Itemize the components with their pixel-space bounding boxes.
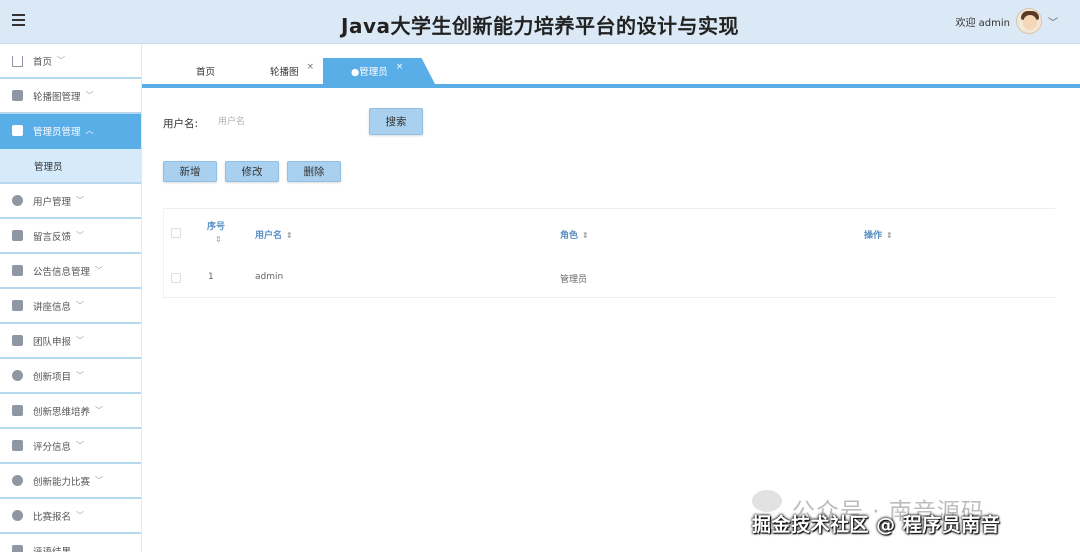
avatar[interactable] [1016,8,1042,34]
sidebar-item-label: 创新项目 [33,371,72,383]
edit-button[interactable]: 修改 [225,161,279,182]
tab-admin[interactable]: ●管理员 × [323,58,435,84]
chevron-down-icon: ﹀ [76,231,85,240]
sidebar-item-label: 轮播图管理 [33,91,81,103]
mail-icon [12,405,23,416]
sidebar-subitem-admin[interactable]: 管理员 [0,149,141,184]
sidebar-item-home[interactable]: 首页 ﹀ [0,44,141,79]
sidebar-item-lecture[interactable]: 讲座信息 ﹀ [0,289,141,324]
sidebar-item-project[interactable]: 创新项目 ﹀ [0,359,141,394]
message-icon [12,230,23,241]
sidebar-item-carousel[interactable]: 轮播图管理 ﹀ [0,79,141,114]
close-icon[interactable]: × [307,62,315,72]
username-search-input[interactable] [210,111,360,133]
sidebar-item-contest[interactable]: 创新能力比赛 ﹀ [0,464,141,499]
project-icon [12,370,23,381]
chevron-up-icon: ︿ [85,126,94,135]
sidebar-item-score[interactable]: 评分信息 ﹀ [0,429,141,464]
chevron-down-icon: ﹀ [85,91,94,100]
team-icon [12,335,23,346]
column-header-username[interactable]: 用户名 ⇕ [255,228,293,241]
search-label: 用户名: [163,118,199,130]
wechat-logo-icon [752,490,782,512]
sidebar-item-label: 团队申报 [33,336,72,348]
app-title: Java大学生创新能力培养平台的设计与实现 [341,14,739,38]
chevron-down-icon: ﹀ [76,441,85,450]
sidebar-item-team[interactable]: 团队申报 ﹀ [0,324,141,359]
score-icon [12,440,23,451]
tab-label: ●管理员 [351,67,388,78]
row-checkbox[interactable] [171,273,181,283]
sort-icon[interactable]: ⇕ [286,231,293,240]
sidebar-item-label: 公告信息管理 [33,266,91,278]
sidebar-item-feedback[interactable]: 留言反馈 ﹀ [0,219,141,254]
column-header-role[interactable]: 角色 ⇕ [560,228,589,241]
chevron-down-icon: ﹀ [76,336,85,345]
add-button[interactable]: 新增 [163,161,217,182]
signup-icon [12,510,23,521]
chevron-down-icon[interactable]: ﹀ [1048,14,1058,29]
admin-table: 序号 ⇕ 用户名 ⇕ 角色 ⇕ 操作 ⇕ 1 admin 管理员 [163,208,1055,298]
sort-icon[interactable]: ⇕ [886,231,893,240]
sidebar-item-comment[interactable]: 评语结果 [0,534,141,552]
comment-icon [12,545,23,552]
sidebar-item-label: 管理员管理 [33,126,81,138]
chevron-down-icon: ﹀ [95,406,104,415]
sidebar-item-label: 管理员 [34,161,63,173]
welcome-text: 欢迎 admin [955,17,1010,29]
top-header: Java大学生创新能力培养平台的设计与实现 欢迎 admin ﹀ [0,0,1080,44]
sidebar-item-label: 评语结果 [33,546,72,552]
tab-home[interactable]: 首页 [196,58,215,84]
sidebar-item-thinking[interactable]: 创新思维培养 ﹀ [0,394,141,429]
sidebar-item-label: 创新能力比赛 [33,476,91,488]
sidebar: 首页 ﹀ 轮播图管理 ﹀ 管理员管理 ︿ 管理员 用户管理 ﹀ 留言反馈 ﹀ 公… [0,44,142,552]
image-icon [12,90,23,101]
sidebar-item-users[interactable]: 用户管理 ﹀ [0,184,141,219]
sidebar-item-notice[interactable]: 公告信息管理 ﹀ [0,254,141,289]
chevron-down-icon: ﹀ [95,476,104,485]
tab-label: 首页 [196,67,216,78]
watermark-caption: 掘金技术社区 @ 程序员南音 [752,514,1001,536]
chevron-down-icon: ﹀ [76,371,85,380]
chevron-down-icon: ﹀ [76,301,85,310]
sidebar-item-label: 用户管理 [33,196,72,208]
user-icon [12,195,23,206]
tab-carousel[interactable]: 轮播图 × [270,58,314,84]
home-icon [12,56,23,67]
sort-icon[interactable]: ⇕ [215,235,222,244]
contest-icon [12,475,23,486]
sidebar-item-label: 留言反馈 [33,231,72,243]
cell-username: admin [255,272,284,282]
sidebar-item-label: 讲座信息 [33,301,72,313]
sidebar-item-admin-management[interactable]: 管理员管理 ︿ [0,114,141,149]
cell-role: 管理员 [560,275,588,285]
search-button[interactable]: 搜索 [369,108,423,135]
chevron-down-icon: ﹀ [57,56,66,65]
lecture-icon [12,300,23,311]
delete-button[interactable]: 删除 [287,161,341,182]
sidebar-item-signup[interactable]: 比赛报名 ﹀ [0,499,141,534]
chevron-down-icon: ﹀ [95,266,104,275]
cell-index: 1 [208,272,214,282]
sort-icon[interactable]: ⇕ [582,231,589,240]
grid-icon [12,125,23,136]
sidebar-item-label: 创新思维培养 [33,406,91,418]
select-all-checkbox[interactable] [171,228,181,238]
tab-label: 轮播图 [270,67,299,78]
user-menu[interactable]: 欢迎 admin ﹀ [955,5,1058,37]
column-header-index[interactable]: 序号 [207,219,225,232]
notice-icon [12,265,23,276]
sidebar-item-label: 首页 [33,56,53,68]
chevron-down-icon: ﹀ [76,196,85,205]
close-icon[interactable]: × [396,62,404,72]
tab-bar: 首页 轮播图 × ●管理员 × [142,44,1080,88]
sidebar-item-label: 比赛报名 [33,511,72,523]
column-header-actions: 操作 ⇕ [864,231,893,241]
chevron-down-icon: ﹀ [76,511,85,520]
sidebar-item-label: 评分信息 [33,441,72,453]
